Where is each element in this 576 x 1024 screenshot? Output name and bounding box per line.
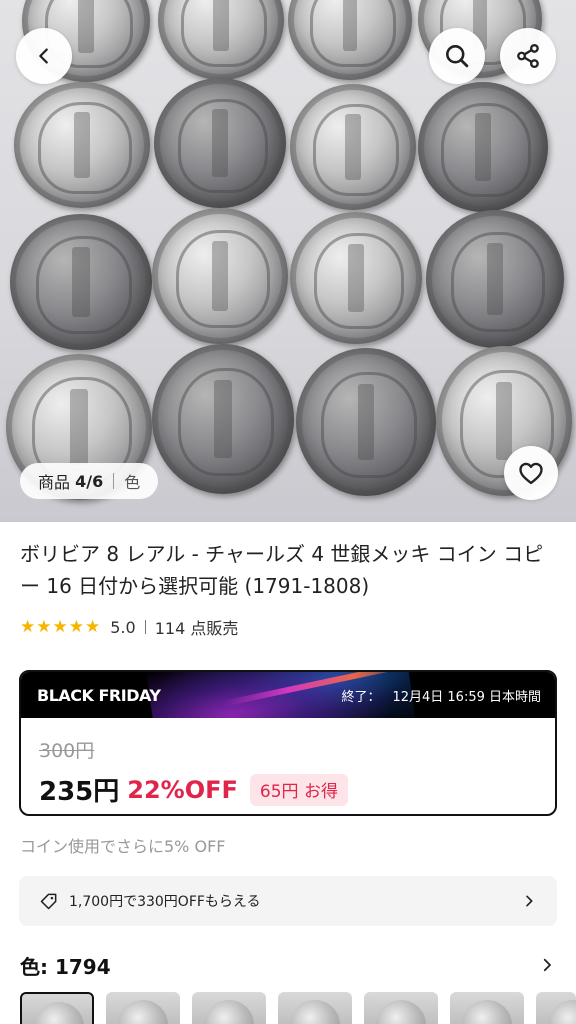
promo-title: BLACK FRIDAY bbox=[37, 685, 161, 705]
tag-icon bbox=[40, 893, 57, 910]
counter-divider bbox=[113, 473, 115, 489]
rating-value: 5.0 bbox=[110, 617, 136, 637]
variant-thumb[interactable] bbox=[278, 992, 352, 1024]
chevron-right-icon bbox=[543, 958, 551, 972]
heart-icon bbox=[519, 462, 543, 485]
chevron-right-icon bbox=[526, 895, 533, 907]
counter-value: 4/6 bbox=[75, 471, 104, 491]
star-icon: ★ bbox=[68, 616, 84, 637]
variant-label: 色: 1794 bbox=[20, 954, 111, 979]
promo-header: BLACK FRIDAY 終了： 12月4日 16:59 日本時間 bbox=[21, 672, 555, 718]
product-title: ボリビア 8 レアル - チャールズ 4 世銀メッキ コイン コピー 16 日付… bbox=[20, 542, 544, 598]
rating-divider bbox=[144, 620, 146, 634]
sale-price: 235円 bbox=[39, 777, 120, 807]
variant-thumb[interactable] bbox=[364, 992, 438, 1024]
variant-thumb-selected[interactable] bbox=[20, 992, 94, 1024]
coupon-bar[interactable]: 1,700円で330円OFFもらえる bbox=[19, 876, 557, 926]
product-photo bbox=[0, 0, 576, 520]
original-price: 300円 bbox=[39, 740, 95, 762]
variant-header[interactable]: 色: 1794 bbox=[20, 950, 556, 980]
color-tab-label[interactable]: 色 bbox=[124, 469, 140, 493]
coupon-text: 1,700円で330円OFFもらえる bbox=[69, 894, 261, 910]
variant-thumbnails bbox=[20, 992, 576, 1024]
share-button[interactable] bbox=[500, 28, 556, 84]
star-rating: ★ ★ ★ ★ ★ bbox=[20, 616, 101, 637]
variant-thumb[interactable] bbox=[536, 992, 576, 1024]
star-icon: ★ bbox=[20, 616, 36, 637]
share-icon bbox=[517, 43, 539, 69]
favorite-button[interactable] bbox=[504, 446, 558, 500]
image-counter: 商品 4/6 色 bbox=[20, 463, 159, 499]
promo-end-time: 終了： 12月4日 16:59 日本時間 bbox=[341, 686, 541, 705]
coin-discount-note: コイン使用でさらに5% OFF bbox=[20, 837, 226, 856]
promo-price-box: BLACK FRIDAY 終了： 12月4日 16:59 日本時間 300円 2… bbox=[19, 670, 557, 816]
star-icon: ★ bbox=[36, 616, 52, 637]
chevron-left-icon bbox=[39, 48, 48, 64]
promo-end-value: 12月4日 16:59 日本時間 bbox=[392, 689, 541, 705]
savings-badge: 65円 お得 bbox=[249, 773, 348, 806]
variant-thumb[interactable] bbox=[450, 992, 524, 1024]
counter-label: 商品 bbox=[38, 473, 71, 492]
search-icon bbox=[446, 45, 469, 68]
sold-count: 114 点販売 bbox=[154, 619, 239, 638]
discount-percent: 22%OFF bbox=[127, 775, 238, 804]
promo-end-label: 終了： bbox=[341, 689, 381, 705]
search-button[interactable] bbox=[429, 28, 485, 84]
rating-row[interactable]: ★ ★ ★ ★ ★ 5.0 114 点販売 bbox=[20, 614, 238, 640]
variant-thumb[interactable] bbox=[192, 992, 266, 1024]
variant-thumb[interactable] bbox=[106, 992, 180, 1024]
back-button[interactable] bbox=[16, 28, 72, 84]
star-icon: ★ bbox=[52, 616, 68, 637]
product-image-gallery[interactable]: 商品 4/6 色 bbox=[0, 0, 576, 522]
star-icon: ★ bbox=[85, 616, 101, 637]
